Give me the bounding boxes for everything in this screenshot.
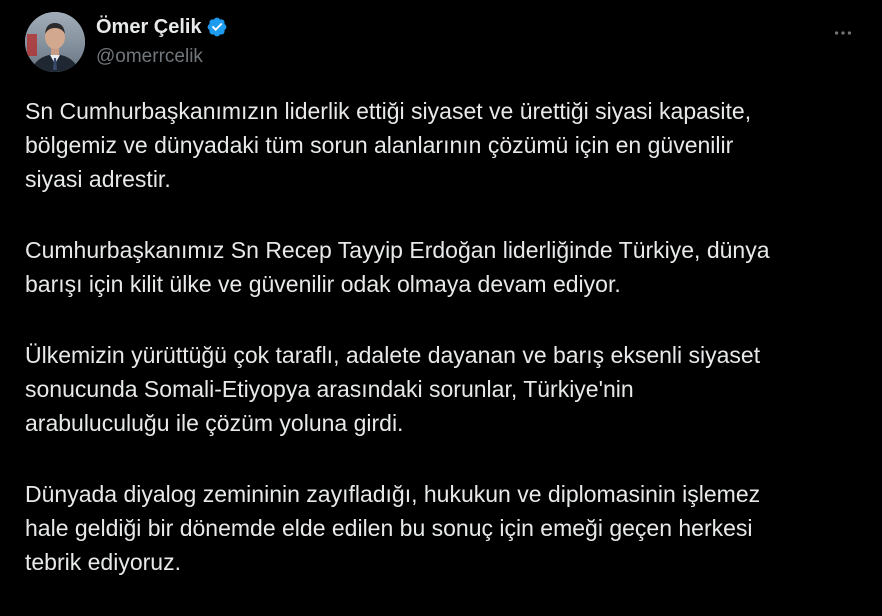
- tweet-text: Sn Cumhurbaşkanımızın liderlik ettiği si…: [25, 94, 875, 616]
- tweet-paragraph: Ülkemizin yürüttüğü çok taraflı, adalete…: [25, 342, 761, 436]
- more-options-icon: [834, 31, 852, 35]
- tweet-paragraph: Sn Cumhurbaşkanımızın liderlik ettiği si…: [25, 98, 752, 192]
- tweet-paragraph: Dünyada diyalog zemininin zayıfladığı, h…: [25, 481, 761, 575]
- display-name[interactable]: Ömer Çelik: [96, 15, 202, 39]
- avatar-image: [25, 12, 85, 72]
- name-row: Ömer Çelik: [96, 15, 228, 39]
- user-handle[interactable]: @omerrcelik: [96, 45, 203, 69]
- tweet-header: Ömer Çelik @omerrcelik: [25, 12, 862, 74]
- avatar[interactable]: [25, 12, 85, 72]
- more-options-button[interactable]: [830, 20, 856, 46]
- tweet-paragraph: Cumhurbaşkanımız Sn Recep Tayyip Erdoğan…: [25, 237, 770, 297]
- verified-badge-icon: [206, 16, 228, 38]
